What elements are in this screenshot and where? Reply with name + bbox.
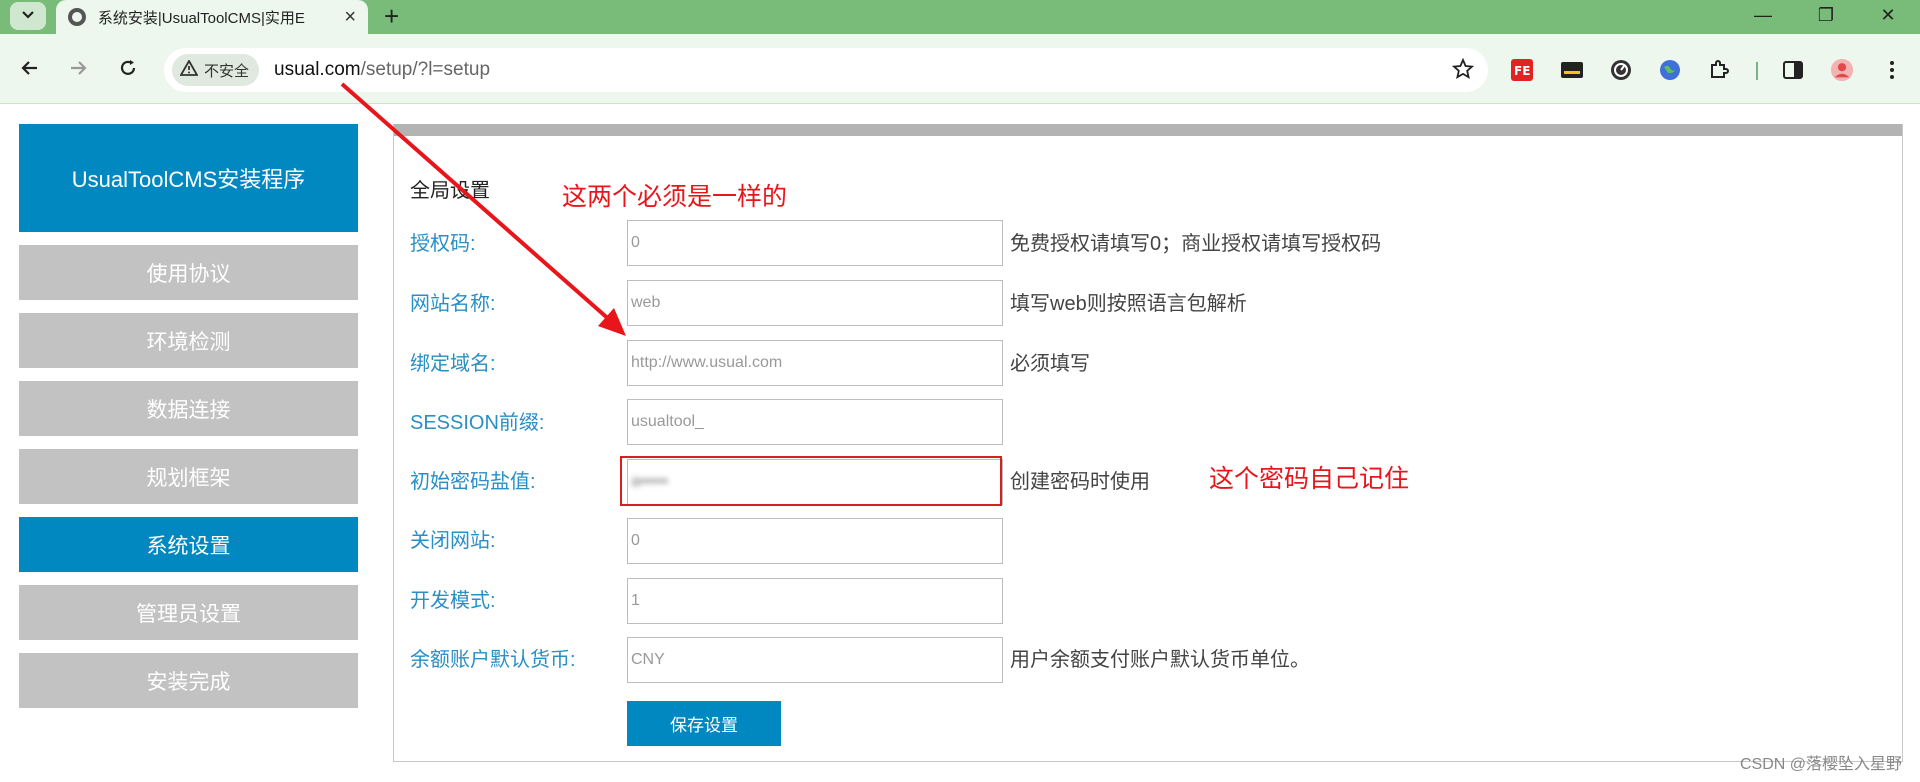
step-admin-settings[interactable]: 管理员设置 <box>19 585 358 640</box>
password-salt-hint: 创建密码时使用 <box>1010 471 1150 493</box>
dev-mode-label: 开发模式: <box>410 590 496 612</box>
license-input[interactable]: 0 <box>627 220 1003 266</box>
reload-button[interactable] <box>112 52 144 84</box>
media-extension-icon[interactable] <box>1560 58 1584 82</box>
svg-text:FE: FE <box>1514 64 1530 78</box>
back-button[interactable] <box>14 52 46 84</box>
dev-mode-input[interactable]: 1 <box>627 578 1003 624</box>
section-title: 全局设置 <box>410 180 490 202</box>
speed-extension-icon[interactable] <box>1609 58 1633 82</box>
currency-label: 余额账户默认货币: <box>410 649 576 671</box>
step-complete[interactable]: 安装完成 <box>19 653 358 708</box>
session-prefix-value: usualtool_ <box>631 413 704 430</box>
domain-label: 绑定域名: <box>410 353 496 375</box>
globe-icon <box>68 8 86 26</box>
close-site-value: 0 <box>631 532 640 549</box>
more-menu-icon[interactable] <box>1880 58 1904 82</box>
close-site-input[interactable]: 0 <box>627 518 1003 564</box>
arrow-left-icon <box>21 61 37 75</box>
domain-hint: 必须填写 <box>1010 353 1090 375</box>
security-chip[interactable]: 不安全 <box>172 54 260 86</box>
license-label: 授权码: <box>410 233 476 255</box>
annotation-password-note: 这个密码自己记住 <box>1209 465 1410 493</box>
warning-icon <box>179 59 199 80</box>
step-system-settings[interactable]: 系统设置 <box>19 517 358 572</box>
domain-value: http://www.usual.com <box>631 354 783 371</box>
puzzle-icon[interactable] <box>1707 58 1731 82</box>
minimize-button[interactable]: — <box>1733 0 1793 30</box>
installer-brand: UsualToolCMS安装程序 <box>19 124 358 232</box>
session-prefix-input[interactable]: usualtool_ <box>627 399 1003 445</box>
globe-extension-icon[interactable] <box>1658 58 1682 82</box>
browser-toolbar: 不安全 usual.com/setup/?l=setup FE <box>0 34 1920 104</box>
license-hint: 免费授权请填写0；商业授权请填写授权码 <box>1010 233 1382 255</box>
domain-input[interactable]: http://www.usual.com <box>627 340 1003 386</box>
new-tab-button[interactable]: + <box>384 2 399 30</box>
avatar[interactable] <box>1830 58 1854 82</box>
restore-button[interactable]: ❐ <box>1796 0 1856 30</box>
settings-panel: 全局设置 授权码: 0 免费授权请填写0；商业授权请填写授权码 网站名称: we… <box>393 124 1903 762</box>
url-path: /setup/?l=setup <box>360 59 491 80</box>
close-icon[interactable]: × <box>344 7 356 27</box>
panel-top-bar <box>394 124 1902 136</box>
side-panel-icon[interactable] <box>1781 58 1805 82</box>
step-agreement[interactable]: 使用协议 <box>19 245 358 300</box>
address-bar[interactable]: 不安全 usual.com/setup/?l=setup <box>164 48 1488 92</box>
site-name-label: 网站名称: <box>410 293 496 315</box>
security-label: 不安全 <box>204 62 250 80</box>
url-text[interactable]: usual.com/setup/?l=setup <box>274 59 490 81</box>
arrow-right-icon <box>71 61 87 75</box>
annotation-highlight-box <box>620 456 1002 506</box>
session-prefix-label: SESSION前缀: <box>410 412 545 434</box>
chevron-down-icon <box>21 7 35 25</box>
step-framework[interactable]: 规划框架 <box>19 449 358 504</box>
step-database[interactable]: 数据连接 <box>19 381 358 436</box>
url-host: usual.com <box>274 59 361 80</box>
site-name-value: web <box>631 294 661 311</box>
tab-title: 系统安装|UsualToolCMS|实用E <box>97 9 305 27</box>
currency-hint: 用户余额支付账户默认货币单位。 <box>1010 649 1310 671</box>
fe-extension-icon[interactable]: FE <box>1510 58 1534 82</box>
watermark: CSDN @落樱坠入星野 <box>1739 756 1902 773</box>
close-site-label: 关闭网站: <box>410 530 496 552</box>
tab-search-button[interactable] <box>10 2 46 30</box>
installer-sidebar: UsualToolCMS安装程序 使用协议 环境检测 数据连接 规划框架 系统设… <box>19 124 358 708</box>
site-name-hint: 填写web则按照语言包解析 <box>1010 293 1247 315</box>
currency-value: CNY <box>631 651 665 668</box>
close-window-button[interactable]: ✕ <box>1858 0 1918 30</box>
step-environment[interactable]: 环境检测 <box>19 313 358 368</box>
license-value: 0 <box>631 234 640 251</box>
reload-icon <box>120 60 136 75</box>
site-name-input[interactable]: web <box>627 280 1003 326</box>
save-settings-button[interactable]: 保存设置 <box>627 701 781 746</box>
browser-tab[interactable]: 系统安装|UsualToolCMS|实用E × <box>56 0 368 34</box>
currency-input[interactable]: CNY <box>627 637 1003 683</box>
tab-strip: 系统安装|UsualToolCMS|实用E × + — ❐ ✕ <box>0 0 1920 34</box>
dev-mode-value: 1 <box>631 592 640 609</box>
password-salt-label: 初始密码盐值: <box>410 471 536 493</box>
annotation-same-note: 这两个必须是一样的 <box>562 183 788 211</box>
toolbar-divider <box>1756 62 1758 80</box>
star-icon[interactable] <box>1451 57 1475 85</box>
forward-button[interactable] <box>62 52 94 84</box>
